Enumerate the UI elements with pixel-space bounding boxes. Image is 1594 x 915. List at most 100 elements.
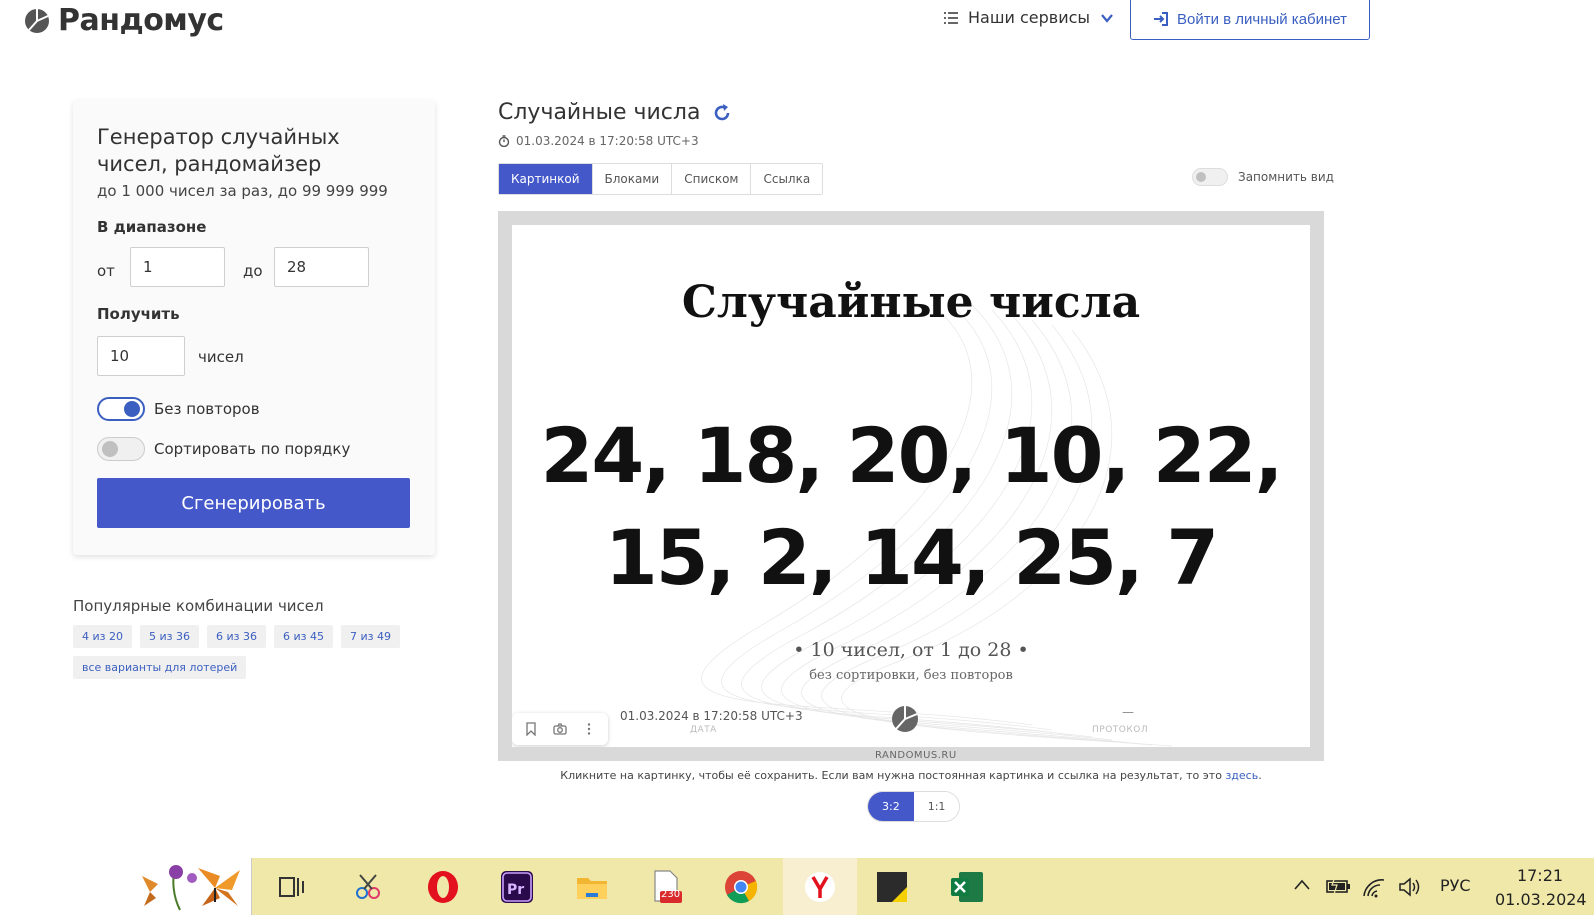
from-input[interactable] xyxy=(130,247,225,287)
volume-icon[interactable] xyxy=(1398,876,1422,898)
result-image[interactable]: Случайные числа 24, 18, 20, 10, 22, 15, … xyxy=(512,225,1310,747)
excel-icon[interactable] xyxy=(948,868,986,906)
opera-icon[interactable] xyxy=(424,868,462,906)
yandex-browser-icon[interactable] xyxy=(783,858,857,915)
popular-combinations: Популярные комбинации чисел 4 из 20 5 из… xyxy=(73,597,433,679)
card-protocol-caption: ПРОТОКОЛ xyxy=(1092,725,1149,735)
task-view-icon[interactable] xyxy=(273,868,311,906)
card-numbers-line: 15, 2, 14, 25, 7 xyxy=(604,513,1219,602)
remember-view: Запомнить вид xyxy=(1192,168,1334,186)
more-options-icon[interactable] xyxy=(582,722,596,736)
svg-text:Pr: Pr xyxy=(507,882,524,898)
chrome-icon[interactable] xyxy=(722,868,760,906)
lottery-variants-chip[interactable]: все варианты для лотерей xyxy=(73,656,247,679)
toggle-knob xyxy=(102,441,118,457)
card-summary: • 10 чисел, от 1 до 28 • xyxy=(793,639,1029,661)
generator-panel: Генератор случайных чисел, рандомайзер д… xyxy=(73,100,435,555)
toggle-knob xyxy=(124,401,140,417)
battery-icon[interactable] xyxy=(1325,876,1351,896)
list-icon xyxy=(944,11,958,24)
tab-image[interactable]: Картинкой xyxy=(499,164,593,194)
language-indicator[interactable]: РУС xyxy=(1440,876,1471,895)
stopwatch-icon xyxy=(498,135,510,147)
remember-view-label: Запомнить вид xyxy=(1238,170,1334,184)
save-hint-end: . xyxy=(1258,769,1262,782)
popular-title: Популярные комбинации чисел xyxy=(73,597,324,615)
brand-name: Рандомус xyxy=(58,3,224,38)
remember-view-toggle[interactable] xyxy=(1192,168,1228,186)
card-site-caption: RANDOMUS.RU xyxy=(875,750,957,761)
combo-chip[interactable]: 6 из 45 xyxy=(274,625,333,648)
card-date-caption: ДАТА xyxy=(690,725,717,735)
card-date: 01.03.2024 в 17:20:58 UTC+3 xyxy=(620,709,803,723)
login-button[interactable]: Войти в личный кабинет xyxy=(1130,0,1370,40)
tab-blocks[interactable]: Блоками xyxy=(592,164,673,194)
services-menu[interactable]: Наши сервисы xyxy=(944,8,1114,27)
login-icon xyxy=(1153,12,1168,26)
brand-logo[interactable]: Рандомус xyxy=(24,3,224,38)
aspect-ratio-switch: 3:2 1:1 xyxy=(867,791,961,822)
combo-chip[interactable]: 4 из 20 xyxy=(73,625,132,648)
wifi-icon[interactable] xyxy=(1362,876,1386,898)
from-label: от xyxy=(97,262,115,280)
combo-chip[interactable]: 7 из 49 xyxy=(341,625,400,648)
no-repeat-label: Без повторов xyxy=(154,400,260,418)
to-label: до xyxy=(243,262,263,280)
tab-list[interactable]: Списком xyxy=(672,164,752,194)
combo-chip[interactable]: 6 из 36 xyxy=(207,625,266,648)
card-numbers-line: 24, 18, 20, 10, 22, xyxy=(540,411,1284,500)
result-image-frame[interactable]: Случайные числа 24, 18, 20, 10, 22, 15, … xyxy=(498,211,1324,761)
ratio-3-2[interactable]: 3:2 xyxy=(868,792,914,821)
randomus-logo-icon xyxy=(892,706,918,732)
taskbar-start-area[interactable] xyxy=(0,858,252,915)
card-summary-sub: без сортировки, без повторов xyxy=(809,668,1013,683)
combo-chip[interactable]: 5 из 36 xyxy=(140,625,199,648)
bookmark-icon[interactable] xyxy=(524,722,538,736)
snipping-tool-icon[interactable] xyxy=(349,868,387,906)
sort-label: Сортировать по порядку xyxy=(154,440,351,458)
save-hint-text: Кликните на картинку, чтобы её сохранить… xyxy=(560,769,1226,782)
generator-subtitle: до 1 000 чисел за раз, до 99 999 999 xyxy=(97,182,388,200)
clock[interactable]: 17:21 01.03.2024 xyxy=(1495,864,1587,912)
sort-toggle[interactable] xyxy=(97,437,145,461)
taskbar: Pr 230 РУС 17:21 01.03.2024 xyxy=(0,858,1594,915)
result-timestamp-row: 01.03.2024 в 17:20:58 UTC+3 xyxy=(498,134,699,148)
result-title: Случайные числа xyxy=(498,100,701,125)
logo-mark-icon xyxy=(25,8,49,33)
no-repeat-toggle[interactable] xyxy=(97,397,145,421)
popular-chips: 4 из 20 5 из 36 6 из 36 6 из 45 7 из 49 … xyxy=(73,625,433,679)
page: Рандомус Наши сервисы Войти в личный каб… xyxy=(0,0,1594,858)
clock-date: 01.03.2024 xyxy=(1495,890,1587,909)
file-explorer-icon[interactable] xyxy=(573,868,611,906)
services-label: Наши сервисы xyxy=(968,8,1091,27)
notification-badge: 230 xyxy=(661,889,681,900)
save-hint: Кликните на картинку, чтобы её сохранить… xyxy=(498,769,1324,782)
view-tabs: Картинкой Блоками Списком Ссылка xyxy=(498,163,824,195)
range-label: В диапазоне xyxy=(97,218,207,236)
tab-link[interactable]: Ссылка xyxy=(751,164,823,194)
image-toolbar xyxy=(512,713,608,745)
chevron-up-icon[interactable] xyxy=(1293,878,1311,892)
card-numbers: 24, 18, 20, 10, 22, 15, 2, 14, 25, 7 xyxy=(512,405,1310,609)
refresh-icon[interactable] xyxy=(712,103,732,123)
premiere-pro-icon[interactable]: Pr xyxy=(498,868,536,906)
toggle-knob xyxy=(1196,172,1206,182)
permanent-link[interactable]: здесь xyxy=(1225,769,1258,782)
count-input[interactable] xyxy=(97,336,185,376)
generator-title: Генератор случайных чисел, рандомайзер xyxy=(97,125,340,176)
chevron-down-icon xyxy=(1101,13,1113,23)
result-timestamp: 01.03.2024 в 17:20:58 UTC+3 xyxy=(516,134,699,148)
sticky-notes-icon[interactable] xyxy=(873,868,911,906)
camera-icon[interactable] xyxy=(553,722,567,736)
login-label: Войти в личный кабинет xyxy=(1176,10,1348,28)
result-title-row: Случайные числа xyxy=(498,100,732,125)
card-heading: Случайные числа xyxy=(681,277,1141,328)
ratio-1-1[interactable]: 1:1 xyxy=(913,792,960,821)
document-badge-icon[interactable] xyxy=(647,868,685,906)
count-label: Получить xyxy=(97,305,180,323)
generate-button[interactable]: Сгенерировать xyxy=(97,478,410,528)
to-input[interactable] xyxy=(274,247,369,287)
count-suffix: чисел xyxy=(198,348,244,366)
card-protocol-value: — xyxy=(1122,705,1134,719)
butterfly-flower-icon xyxy=(142,865,240,911)
